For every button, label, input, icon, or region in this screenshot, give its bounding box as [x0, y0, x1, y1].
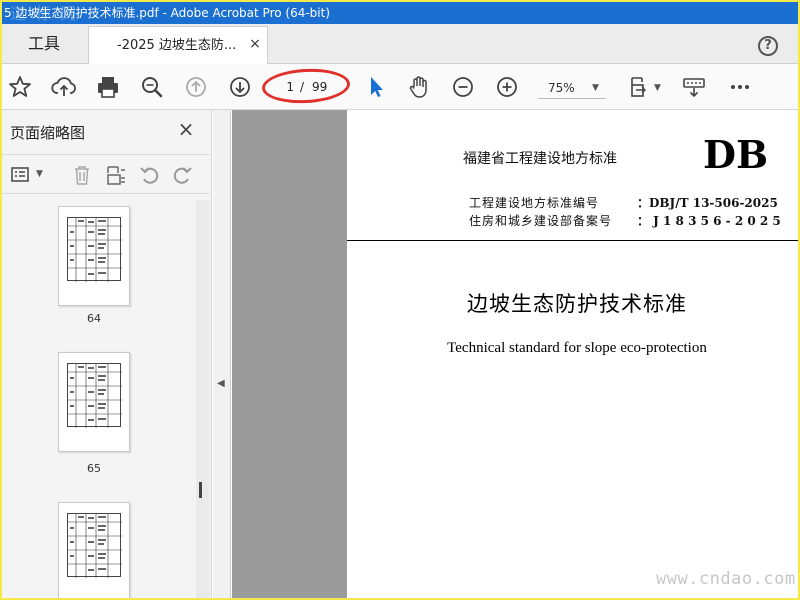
meta-value: ： J 1 8 3 5 6 - 2 0 2 5 — [637, 214, 781, 228]
page-thumbnail[interactable] — [58, 206, 130, 306]
main-toolbar: 1 / 99 75% ▼ ▼ — [2, 64, 798, 110]
help-icon[interactable]: ? — [758, 36, 778, 56]
tab-bar: 工具 -2025 边坡生态防... × ? — [2, 24, 798, 64]
title-bar: 5 边坡生态防护技术标准.pdf - Adobe Acrobat Pro (64… — [2, 2, 798, 24]
document-canvas[interactable]: 福建省工程建设地方标准 DB 工程建设地方标准编号 ：DBJ/T 13-506-2… — [232, 110, 798, 598]
next-page-icon[interactable] — [226, 73, 254, 101]
upload-cloud-icon[interactable] — [50, 73, 78, 101]
rotate-cw-icon[interactable] — [170, 164, 194, 186]
document-subtitle: Technical standard for slope eco-protect… — [447, 340, 707, 356]
filing-number-row: 住房和城乡建设部备案号 ： J 1 8 3 5 6 - 2 0 2 5 — [469, 212, 781, 229]
document-title: 边坡生态防护技术标准 — [467, 292, 687, 316]
watermark-bottom: www.cndao.com — [656, 569, 796, 589]
tab-document[interactable]: -2025 边坡生态防... — [88, 26, 268, 64]
chevron-down-icon[interactable]: ▼ — [654, 83, 661, 93]
crop-pages-icon[interactable] — [104, 164, 128, 186]
zoom-search-icon[interactable] — [138, 73, 166, 101]
thumbnail-list: 64 65 — [2, 200, 196, 598]
select-cursor-icon[interactable] — [362, 73, 390, 101]
chevron-left-icon[interactable]: ◀ — [217, 378, 225, 389]
scrollbar-thumb[interactable] — [199, 482, 202, 498]
thumbnails-panel: 页面缩略图 × ▼ 64 65 — [2, 110, 212, 598]
rotate-ccw-icon[interactable] — [138, 164, 162, 186]
meta-label: 住房和城乡建设部备案号 — [469, 214, 613, 228]
thumbnail-table — [67, 217, 122, 282]
zoom-select[interactable]: 75% ▼ — [538, 77, 606, 99]
panel-close-button[interactable]: × — [176, 119, 196, 139]
pdf-page: 福建省工程建设地方标准 DB 工程建设地方标准编号 ：DBJ/T 13-506-2… — [347, 110, 798, 598]
standard-number-row: 工程建设地方标准编号 ：DBJ/T 13-506-2025 — [469, 194, 778, 211]
header-rule — [347, 240, 798, 241]
meta-value: ：DBJ/T 13-506-2025 — [637, 196, 778, 210]
printer-icon[interactable] — [94, 73, 122, 101]
tab-tools[interactable]: 工具 — [2, 24, 86, 64]
keyboard-icon[interactable] — [680, 73, 708, 101]
star-icon[interactable] — [6, 73, 34, 101]
chevron-down-icon[interactable]: ▼ — [36, 169, 43, 179]
chevron-down-icon: ▼ — [592, 83, 599, 93]
options-menu-icon[interactable] — [10, 164, 34, 186]
hand-icon[interactable] — [405, 73, 433, 101]
standard-category: 福建省工程建设地方标准 — [463, 151, 617, 167]
meta-label: 工程建设地方标准编号 — [469, 196, 600, 210]
panel-collapse-strip[interactable]: ◀ — [213, 110, 231, 598]
page-thumbnail[interactable] — [58, 352, 130, 452]
zoom-in-icon[interactable] — [493, 73, 521, 101]
prev-page-icon[interactable] — [182, 73, 210, 101]
more-icon[interactable] — [726, 73, 754, 101]
thumbnail-table — [67, 513, 122, 578]
zoom-value: 75% — [548, 81, 575, 95]
tab-document-label: -2025 边坡生态防... — [117, 38, 237, 53]
annotation-highlight-oval — [261, 66, 351, 106]
thumbnail-table — [67, 363, 122, 428]
thumbnail-scrollbar[interactable] — [196, 200, 210, 598]
acrobat-window: 5 边坡生态防护技术标准.pdf - Adobe Acrobat Pro (64… — [2, 2, 798, 598]
panel-title: 页面缩略图 — [10, 124, 86, 142]
zoom-out-icon[interactable] — [449, 73, 477, 101]
thumbnail-label: 65 — [87, 462, 101, 475]
tab-close-button[interactable]: × — [248, 37, 262, 51]
panel-toolbar: ▼ — [2, 154, 210, 194]
db-logo: DB — [703, 132, 769, 177]
page-thumbnail[interactable] — [58, 502, 130, 598]
thumbnail-label: 64 — [87, 312, 101, 325]
delete-icon[interactable] — [70, 164, 94, 186]
window-title: 5 边坡生态防护技术标准.pdf - Adobe Acrobat Pro (64… — [4, 6, 331, 20]
page-fit-icon[interactable] — [626, 73, 654, 101]
